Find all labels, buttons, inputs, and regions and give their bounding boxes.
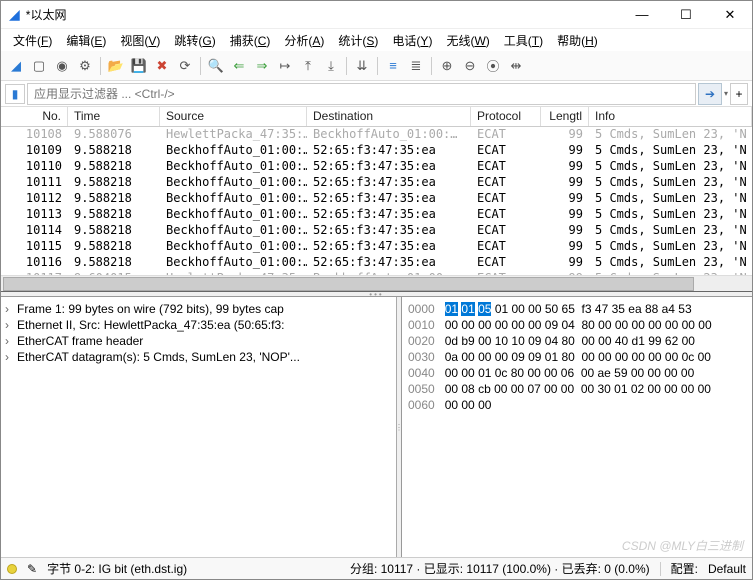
- detail-tree-item[interactable]: ›EtherCAT datagram(s): 5 Cmds, SumLen 23…: [5, 349, 392, 365]
- table-row[interactable]: 101139.588218BeckhoffAuto_01:00:…52:65:f…: [1, 207, 752, 223]
- open-file-icon[interactable]: 📂: [105, 55, 127, 77]
- auto-scroll-icon[interactable]: ⇊: [351, 55, 373, 77]
- separator: [660, 562, 661, 576]
- resize-all-icon[interactable]: ⇹: [505, 55, 527, 77]
- menu-e[interactable]: 编辑(E): [60, 30, 112, 51]
- add-filter-button[interactable]: +: [730, 83, 748, 105]
- col-len[interactable]: Lengtl: [541, 107, 589, 126]
- detail-tree-item[interactable]: ›Ethernet II, Src: HewlettPacka_47:35:ea…: [5, 317, 392, 333]
- zoom-in-icon[interactable]: ⊕: [436, 55, 458, 77]
- window-title: *以太网: [26, 6, 620, 23]
- detail-tree-item[interactable]: ›Frame 1: 99 bytes on wire (792 bits), 9…: [5, 301, 392, 317]
- menu-h[interactable]: 帮助(H): [551, 30, 604, 51]
- go-forward-icon[interactable]: ⇒: [251, 55, 273, 77]
- hex-line[interactable]: 0010 00 00 00 00 00 00 09 04 80 00 00 00…: [408, 317, 746, 333]
- display-filter-input[interactable]: [27, 83, 696, 105]
- separator: [200, 57, 201, 75]
- hex-line[interactable]: 0050 00 08 cb 00 00 07 00 00 00 30 01 02…: [408, 381, 746, 397]
- col-proto[interactable]: Protocol: [471, 107, 541, 126]
- table-row[interactable]: 101149.588218BeckhoffAuto_01:00:…52:65:f…: [1, 223, 752, 239]
- status-bar: ✎ 字节 0-2: IG bit (eth.dst.ig) 分组: 10117 …: [1, 557, 752, 579]
- separator: [346, 57, 347, 75]
- go-first-icon[interactable]: ⤒: [297, 55, 319, 77]
- detail-tree-item[interactable]: ›EtherCAT frame header: [5, 333, 392, 349]
- table-row[interactable]: 101099.588218BeckhoffAuto_01:00:…52:65:f…: [1, 143, 752, 159]
- find-icon[interactable]: 🔍: [205, 55, 227, 77]
- app-shark-icon: ◢: [9, 6, 20, 23]
- goto-packet-icon[interactable]: ↦: [274, 55, 296, 77]
- col-time[interactable]: Time: [68, 107, 160, 126]
- hex-line[interactable]: 0020 0d b9 00 10 10 09 04 80 00 00 40 d1…: [408, 333, 746, 349]
- col-src[interactable]: Source: [160, 107, 307, 126]
- menu-g[interactable]: 跳转(G): [168, 30, 221, 51]
- menu-w[interactable]: 无线(W): [440, 30, 495, 51]
- status-packets: 分组: 10117 · 已显示: 10117 (100.0%) · 已丢弃: 0…: [350, 560, 650, 577]
- table-row[interactable]: 101169.588218BeckhoffAuto_01:00:…52:65:f…: [1, 255, 752, 271]
- go-back-icon[interactable]: ⇐: [228, 55, 250, 77]
- col-dst[interactable]: Destination: [307, 107, 471, 126]
- menu-y[interactable]: 电话(Y): [386, 30, 438, 51]
- menu-bar: 文件(F)编辑(E)视图(V)跳转(G)捕获(C)分析(A)统计(S)电话(Y)…: [1, 29, 752, 51]
- menu-f[interactable]: 文件(F): [7, 30, 58, 51]
- menu-v[interactable]: 视图(V): [114, 30, 166, 51]
- hex-line[interactable]: 0040 00 00 01 0c 80 00 00 06 00 ae 59 00…: [408, 365, 746, 381]
- menu-t[interactable]: 工具(T): [498, 30, 549, 51]
- profile-name[interactable]: Default: [708, 562, 746, 576]
- filter-bar: ▮ ➔ ▾ +: [1, 81, 752, 107]
- reload-icon[interactable]: ⟳: [174, 55, 196, 77]
- packet-list-header[interactable]: No. Time Source Destination Protocol Len…: [1, 107, 752, 127]
- edit-icon[interactable]: ✎: [27, 562, 37, 576]
- title-bar: ◢ *以太网 — ☐ ✕: [1, 1, 752, 29]
- separator: [431, 57, 432, 75]
- main-toolbar: ◢ ▢ ◉ ⚙ 📂 💾 ✖ ⟳ 🔍 ⇐ ⇒ ↦ ⤒ ⤓ ⇊ ≡ ≣ ⊕ ⊖ ⦿ …: [1, 51, 752, 81]
- col-no[interactable]: No.: [1, 107, 68, 126]
- bookmark-icon[interactable]: ▮: [5, 84, 25, 104]
- resize-columns-icon[interactable]: ≣: [405, 55, 427, 77]
- stop-capture-icon[interactable]: ▢: [28, 55, 50, 77]
- profile-label: 配置:: [671, 560, 698, 577]
- close-file-icon[interactable]: ✖: [151, 55, 173, 77]
- packet-list-body[interactable]: 101089.588076HewlettPacka_47:35:…Beckhof…: [1, 127, 752, 275]
- expert-led-icon[interactable]: [7, 564, 17, 574]
- status-field-info: 字节 0-2: IG bit (eth.dst.ig): [47, 560, 187, 577]
- filter-dropdown-icon[interactable]: ▾: [724, 89, 728, 98]
- menu-s[interactable]: 统计(S): [332, 30, 384, 51]
- zoom-reset-icon[interactable]: ⦿: [482, 55, 504, 77]
- menu-c[interactable]: 捕获(C): [224, 30, 277, 51]
- table-row[interactable]: 101129.588218BeckhoffAuto_01:00:…52:65:f…: [1, 191, 752, 207]
- capture-options-icon[interactable]: ⚙: [74, 55, 96, 77]
- colorize-icon[interactable]: ≡: [382, 55, 404, 77]
- close-button[interactable]: ✕: [708, 1, 752, 29]
- hex-line[interactable]: 0000 01 01 05 01 00 00 50 65 f3 47 35 ea…: [408, 301, 746, 317]
- start-capture-icon[interactable]: ◢: [5, 55, 27, 77]
- go-last-icon[interactable]: ⤓: [320, 55, 342, 77]
- separator: [377, 57, 378, 75]
- col-info[interactable]: Info: [589, 107, 752, 126]
- packet-list-pane: No. Time Source Destination Protocol Len…: [1, 107, 752, 292]
- apply-filter-button[interactable]: ➔: [698, 83, 722, 105]
- table-row[interactable]: 101109.588218BeckhoffAuto_01:00:…52:65:f…: [1, 159, 752, 175]
- table-row[interactable]: 101159.588218BeckhoffAuto_01:00:…52:65:f…: [1, 239, 752, 255]
- packet-details-pane[interactable]: ›Frame 1: 99 bytes on wire (792 bits), 9…: [1, 297, 397, 557]
- menu-a[interactable]: 分析(A): [278, 30, 330, 51]
- hex-line[interactable]: 0060 00 00 00: [408, 397, 746, 413]
- hex-line[interactable]: 0030 0a 00 00 00 09 09 01 80 00 00 00 00…: [408, 349, 746, 365]
- table-row[interactable]: 101119.588218BeckhoffAuto_01:00:…52:65:f…: [1, 175, 752, 191]
- save-file-icon[interactable]: 💾: [128, 55, 150, 77]
- maximize-button[interactable]: ☐: [664, 1, 708, 29]
- restart-capture-icon[interactable]: ◉: [51, 55, 73, 77]
- bottom-panes: ›Frame 1: 99 bytes on wire (792 bits), 9…: [1, 297, 752, 557]
- minimize-button[interactable]: —: [620, 1, 664, 29]
- packet-bytes-pane[interactable]: 0000 01 01 05 01 00 00 50 65 f3 47 35 ea…: [402, 297, 752, 557]
- separator: [100, 57, 101, 75]
- table-row[interactable]: 101089.588076HewlettPacka_47:35:…Beckhof…: [1, 127, 752, 143]
- zoom-out-icon[interactable]: ⊖: [459, 55, 481, 77]
